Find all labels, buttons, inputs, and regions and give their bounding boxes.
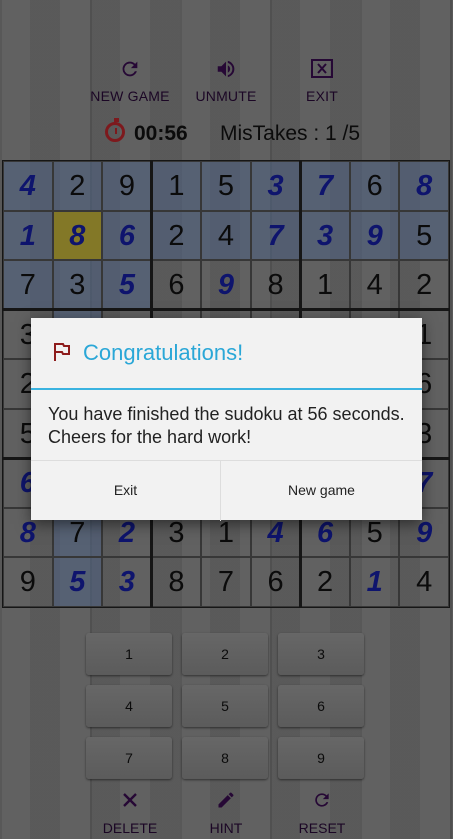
flag-icon: [53, 342, 71, 362]
dialog-header: Congratulations!: [31, 318, 422, 390]
dialog-title: Congratulations!: [83, 340, 244, 365]
congratulations-dialog: Congratulations! You have finished the s…: [31, 318, 422, 521]
dialog-exit-button[interactable]: Exit: [31, 461, 220, 521]
dialog-message: You have finished the sudoku at 56 secon…: [48, 404, 405, 447]
dialog-actions: Exit New game: [31, 460, 422, 521]
dialog-new-game-button[interactable]: New game: [221, 461, 422, 521]
